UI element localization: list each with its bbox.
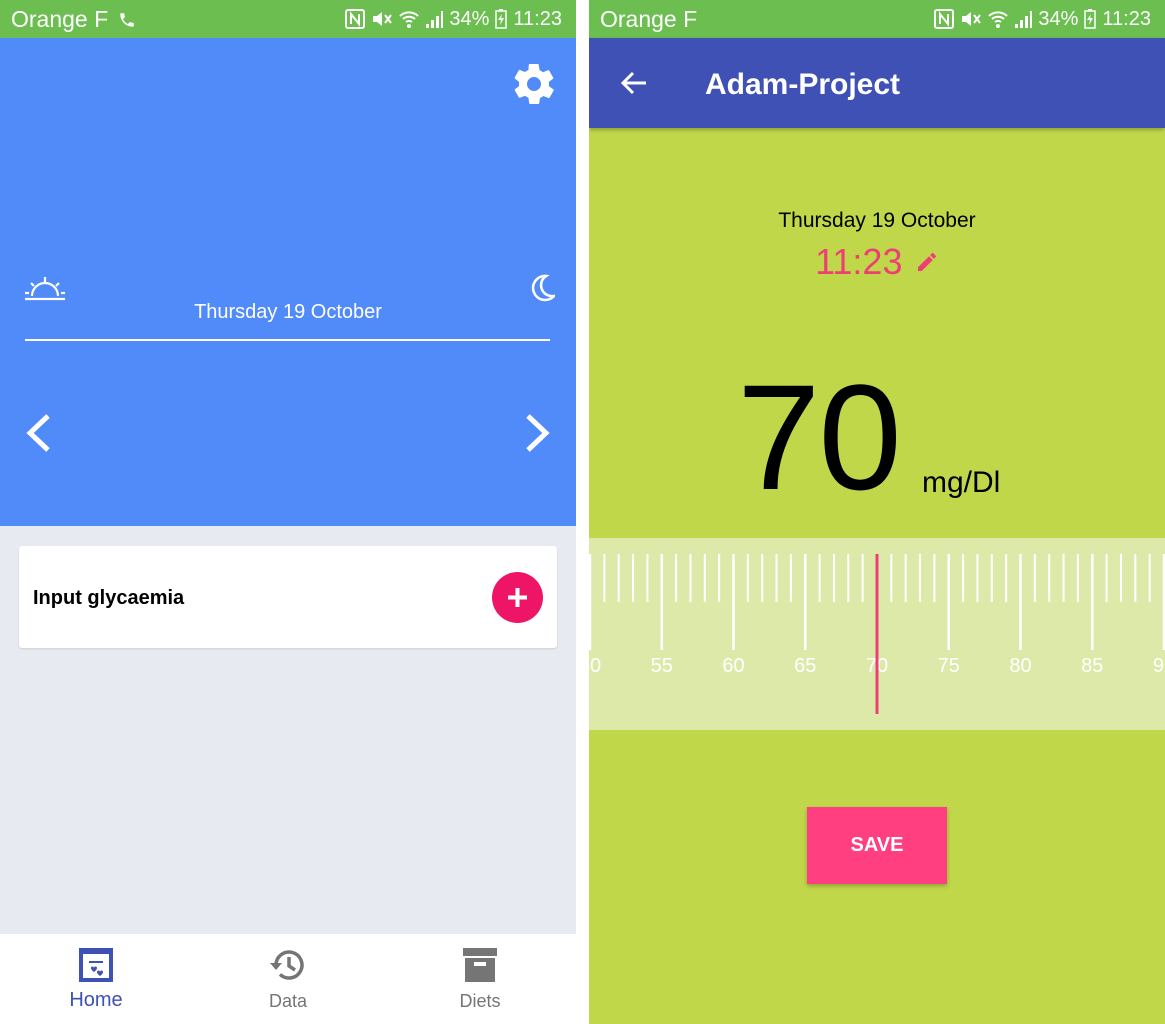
wifi-icon (988, 11, 1009, 28)
ruler-scale[interactable]: 505560657075808590 (589, 538, 1165, 730)
ruler-label: 60 (722, 655, 744, 677)
nav-home-label: Home (69, 989, 123, 1011)
app-bar: Adam-Project (589, 38, 1165, 128)
pencil-icon[interactable] (915, 250, 939, 274)
status-icons: 34% 11:23 (345, 6, 562, 32)
archive-icon (463, 948, 497, 982)
input-glycaemia-card[interactable]: Input glycaemia (19, 546, 557, 648)
selected-date: Thursday 19 October (194, 301, 382, 323)
phone-icon (119, 13, 134, 27)
glycaemia-unit: mg/Dl (922, 466, 1001, 499)
history-icon (270, 950, 304, 980)
ruler-label: 85 (1081, 655, 1103, 677)
chevron-right-icon[interactable] (522, 411, 552, 455)
status-icons: 34% 11:23 (934, 6, 1151, 32)
battery-percent: 34% (449, 8, 490, 30)
nav-data-label: Data (268, 991, 308, 1011)
wifi-icon (399, 11, 420, 28)
clock: 11:23 (1102, 8, 1151, 30)
battery-charging-icon (1084, 9, 1097, 29)
status-bar: Orange F 34% 11:23 (0, 0, 576, 38)
clock: 11:23 (513, 8, 562, 30)
add-glycaemia-button[interactable] (492, 572, 543, 623)
battery-percent: 34% (1038, 8, 1079, 30)
nfc-icon (934, 9, 955, 29)
ruler-label: 90 (1153, 655, 1165, 677)
arrow-back-icon[interactable] (619, 68, 649, 98)
bottom-navigation: Home Data Diets (0, 934, 576, 1024)
ruler-label: 50 (589, 655, 601, 677)
signal-icon (1015, 11, 1033, 28)
glycaemia-value: 70 (737, 353, 902, 521)
input-screen: Orange F 34% 11:23 Adam-Project Thursday… (589, 0, 1165, 1024)
nav-diets-label: Diets (459, 991, 501, 1011)
value-ruler[interactable]: 505560657075808590 (589, 538, 1165, 730)
moon-icon (531, 274, 555, 302)
heart-calendar-icon (79, 948, 113, 982)
plus-icon (508, 588, 527, 607)
measure-time-row[interactable]: 11:23 (589, 240, 1165, 284)
card-label: Input glycaemia (33, 587, 185, 609)
ruler-label: 65 (794, 655, 816, 677)
mute-icon (373, 12, 393, 26)
signal-icon (426, 11, 444, 28)
ruler-label: 75 (938, 655, 960, 677)
nav-diets[interactable]: Diets (384, 934, 576, 1024)
app-title: Adam-Project (705, 68, 901, 101)
measure-time[interactable]: 11:23 (815, 241, 902, 282)
nav-data[interactable]: Data (192, 934, 384, 1024)
chevron-left-icon[interactable] (24, 411, 54, 455)
day-header: Thursday 19 October (0, 38, 576, 526)
measure-date: Thursday 19 October (778, 209, 976, 232)
battery-charging-icon (495, 9, 508, 29)
status-bar: Orange F 34% 11:23 (589, 0, 1165, 38)
day-timeline (25, 339, 550, 341)
mute-icon (962, 12, 982, 26)
ruler-label: 80 (1009, 655, 1031, 677)
home-screen: Orange F 34% 11:23 Thursday 19 October I… (0, 0, 576, 1024)
nav-home[interactable]: Home (0, 934, 192, 1024)
carrier-name: Orange F (600, 6, 698, 32)
gear-icon[interactable] (510, 60, 558, 108)
carrier-name: Orange F (11, 6, 136, 32)
ruler-label: 55 (651, 655, 673, 677)
nfc-icon (345, 9, 366, 29)
save-button[interactable]: SAVE (807, 807, 947, 884)
